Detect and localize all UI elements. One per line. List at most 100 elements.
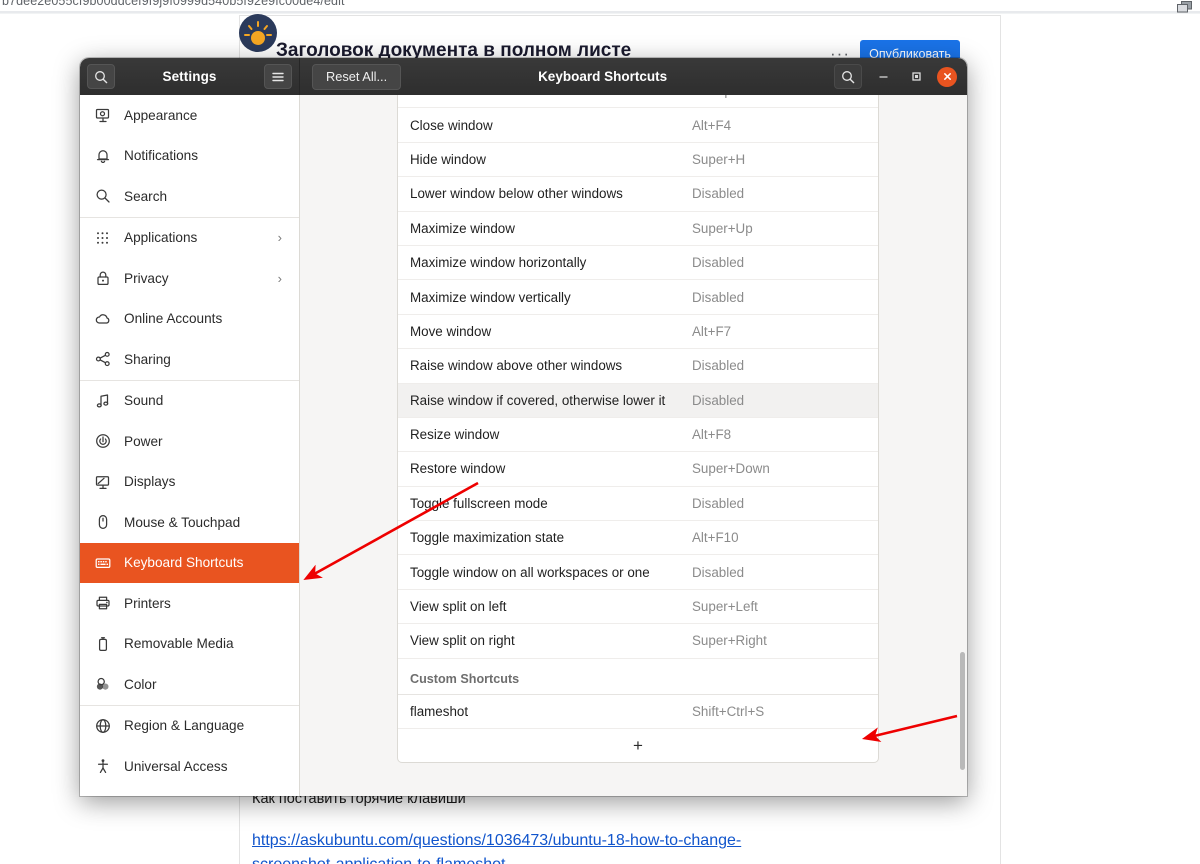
app-title: Settings [162,69,217,84]
sidebar-item-removable-media[interactable]: Removable Media [80,624,299,665]
chevron-right-icon: › [277,230,282,246]
shortcut-accelerator: Super+Up [692,220,753,236]
settings-sidebar[interactable]: Appearance Notifications Search Application… [80,95,300,796]
shortcut-row-view-split-on-left[interactable]: View split on left Super+Left [398,590,878,625]
sidebar-item-notifications[interactable]: Notifications [80,136,299,177]
sidebar-item-appearance[interactable]: Appearance [80,95,299,136]
shortcut-search-button[interactable] [834,64,862,89]
shortcut-row-move-window[interactable]: Move window Alt+F7 [398,315,878,350]
sidebar-item-label: Displays [124,474,176,490]
globe-icon [94,717,111,734]
window-titlebar: Settings Reset All... Keyboard Shortcuts [80,58,967,95]
shortcut-row-toggle-maximization-state[interactable]: Toggle maximization state Alt+F10 [398,521,878,556]
shortcut-accelerator: Alt+F10 [692,530,739,546]
shortcut-name: Lower window below other windows [410,186,623,202]
settings-window: Settings Reset All... Keyboard Shortcuts [80,58,967,796]
sidebar-item-label: Color [124,676,157,692]
shortcut-accelerator: Super+H [692,151,746,167]
sidebar-item-printers[interactable]: Printers [80,583,299,624]
sidebar-item-mouse-touchpad[interactable]: Mouse & Touchpad [80,502,299,543]
sidebar-item-sound[interactable]: Sound [80,381,299,422]
shortcut-row-raise-window-above-other-windows[interactable]: Raise window above other windows Disabled [398,349,878,384]
document-link-line-2[interactable]: screenshot-application-to-flameshot [252,856,505,864]
shortcut-name: View split on left [410,599,507,615]
shortcut-row-view-split-on-right[interactable]: View split on right Super+Right [398,624,878,659]
sidebar-item-region-language[interactable]: Region & Language [80,706,299,747]
sidebar-item-label: Sharing [124,351,171,367]
monitor-icon [94,473,111,490]
sidebar-item-displays[interactable]: Displays [80,462,299,503]
printer-icon [95,596,110,610]
removable-media-icon [98,636,107,651]
sidebar-item-label: Notifications [124,148,199,164]
shortcut-accelerator: Disabled [692,358,745,374]
maximize-button[interactable] [904,65,928,89]
address-bar-divider-2 [0,13,1200,14]
browser-address-bar[interactable]: b7dee2e055cf9b00ddcef9f9j9f0999d540b5f92… [0,0,1200,11]
color-swatch-icon [96,678,108,690]
shortcut-accelerator: Disabled [692,495,745,511]
document-link-line-1[interactable]: https://askubuntu.com/questions/1036473/… [252,832,741,850]
shortcut-name: Toggle fullscreen mode [410,495,548,511]
sidebar-item-label: Removable Media [124,636,234,652]
close-button[interactable] [937,66,957,87]
bell-icon [96,149,109,163]
shortcut-row-resize-window[interactable]: Resize window Alt+F8 [398,418,878,453]
shortcut-accelerator: Alt+F7 [692,323,732,339]
window-restore-icon[interactable] [1176,1,1193,13]
shortcut-row-flameshot[interactable]: flameshot Shift+Ctrl+S [398,695,878,730]
shortcuts-content: Activate the window menuAlt+SpaceClose w… [300,95,967,796]
sidebar-item-sharing[interactable]: Sharing [80,339,299,380]
shortcut-row-maximize-window[interactable]: Maximize window Super+Up [398,212,878,246]
content-scrollbar[interactable] [960,652,965,770]
sidebar-item-search[interactable]: Search [80,176,299,217]
sidebar-search-button[interactable] [87,64,115,89]
shortcut-row-close-window[interactable]: Close window Alt+F4 [398,108,878,143]
sidebar-item-power[interactable]: Power [80,421,299,462]
shortcut-row-activate-the-window-menu[interactable]: Activate the window menuAlt+Space [398,95,878,109]
lock-icon [94,270,111,287]
shortcut-name: Resize window [410,427,500,443]
shortcut-accelerator: Alt+F4 [692,117,732,133]
sidebar-item-label: Power [124,433,163,449]
shortcut-row-raise-window-if-covered-otherwise-lower-it[interactable]: Raise window if covered, otherwise lower… [398,383,878,418]
sidebar-item-keyboard-shortcuts[interactable]: Keyboard Shortcuts [80,542,299,583]
search-icon [95,70,108,83]
shortcut-name: Restore window [410,461,506,477]
search-icon [94,188,111,205]
maximize-icon [911,72,921,81]
shortcut-accelerator: Disabled [692,564,745,580]
sidebar-item-applications[interactable]: Applications › [80,218,299,259]
close-icon [943,73,951,80]
sidebar-item-privacy[interactable]: Privacy › [80,258,299,299]
shortcut-name: flameshot [410,703,469,719]
shortcut-row-hide-window[interactable]: Hide window Super+H [398,143,878,178]
printer-icon [94,595,111,612]
minimize-button[interactable] [871,65,895,89]
shortcut-row-maximize-window-horizontally[interactable]: Maximize window horizontally Disabled [398,246,878,281]
shortcut-name: Maximize window vertically [410,289,571,305]
shortcut-accelerator: Disabled [692,289,745,305]
shortcut-name: Maximize window [410,220,515,236]
shortcuts-list[interactable]: Activate the window menuAlt+SpaceClose w… [397,95,879,764]
shortcut-row-toggle-window-on-all-workspaces-or-one[interactable]: Toggle window on all workspaces or one Di… [398,555,878,590]
mouse-icon [94,514,111,531]
main-menu-button[interactable] [264,64,292,89]
shortcut-name: Move window [410,323,492,339]
add-custom-shortcut-button[interactable]: + [398,729,878,762]
sidebar-item-online-accounts[interactable]: Online Accounts [80,299,299,340]
shortcut-row-maximize-window-vertically[interactable]: Maximize window vertically Disabled [398,280,878,315]
screen-root: b7dee2e055cf9b00ddcef9f9j9f0999d540b5f92… [0,0,1200,864]
keyboard-icon [94,554,111,571]
shortcut-name: Close window [410,117,493,133]
sidebar-item-universal-access[interactable]: Universal Access [80,746,299,787]
plus-icon: + [633,736,643,756]
sidebar-item-color[interactable]: Color [80,664,299,705]
shortcut-row-restore-window[interactable]: Restore window Super+Down [398,452,878,487]
shortcut-accelerator: Super+Left [692,599,758,615]
shortcut-accelerator: Alt+Space [692,95,753,98]
chevron-right-icon: › [277,270,282,286]
shortcut-row-lower-window-below-other-windows[interactable]: Lower window below other windows Disabled [398,177,878,212]
shortcut-row-toggle-fullscreen-mode[interactable]: Toggle fullscreen mode Disabled [398,487,878,522]
removable-media-icon [94,635,111,652]
